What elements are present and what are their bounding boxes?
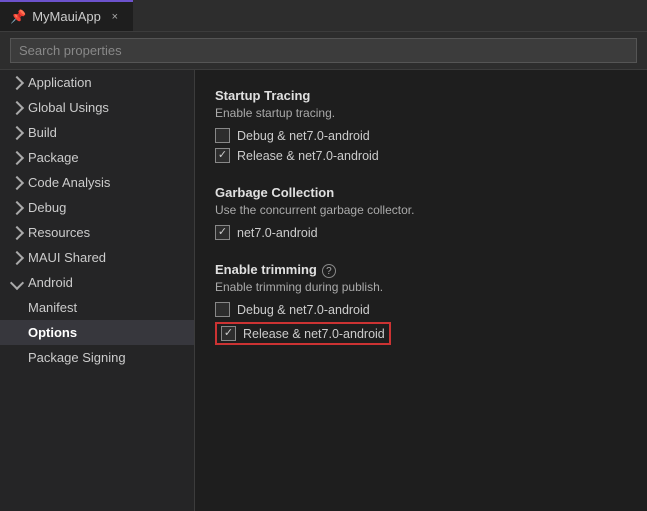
- checkbox-debug-trim[interactable]: [215, 302, 230, 317]
- checkbox-release-startup[interactable]: ✓: [215, 148, 230, 163]
- highlighted-release-trim-row: ✓ Release & net7.0-android: [215, 322, 391, 345]
- content-panel: Startup Tracing Enable startup tracing. …: [195, 70, 647, 511]
- tab-bar: 📌 MyMauiApp ×: [0, 0, 647, 32]
- sidebar-item-label: Debug: [28, 200, 66, 215]
- sidebar-item-resources[interactable]: Resources: [0, 220, 194, 245]
- checkbox-label-debug-startup: Debug & net7.0-android: [237, 129, 370, 143]
- search-input[interactable]: [10, 38, 637, 63]
- chevron-right-icon: [10, 125, 24, 139]
- garbage-collection-title: Garbage Collection: [215, 185, 627, 200]
- startup-tracing-desc: Enable startup tracing.: [215, 106, 627, 120]
- checkbox-row-release-trim: ✓ Release & net7.0-android: [215, 322, 627, 345]
- checkmark-icon: ✓: [218, 150, 227, 161]
- sidebar-item-code-analysis[interactable]: Code Analysis: [0, 170, 194, 195]
- sidebar-item-label: Resources: [28, 225, 90, 240]
- checkbox-row-net7-gc: ✓ net7.0-android: [215, 225, 627, 240]
- sidebar-item-debug[interactable]: Debug: [0, 195, 194, 220]
- checkbox-row-debug-startup: Debug & net7.0-android: [215, 128, 627, 143]
- sidebar-item-label: Global Usings: [28, 100, 109, 115]
- sidebar-item-maui-shared[interactable]: MAUI Shared: [0, 245, 194, 270]
- checkbox-release-trim[interactable]: ✓: [221, 326, 236, 341]
- checkbox-label-debug-trim: Debug & net7.0-android: [237, 303, 370, 317]
- help-icon[interactable]: ?: [322, 264, 336, 278]
- sidebar-item-options[interactable]: Options: [0, 320, 194, 345]
- sidebar-item-label: Application: [28, 75, 92, 90]
- checkbox-row-release-startup: ✓ Release & net7.0-android: [215, 148, 627, 163]
- main-layout: Application Global Usings Build Package …: [0, 70, 647, 511]
- checkbox-label-release-trim: Release & net7.0-android: [243, 327, 385, 341]
- enable-trimming-desc: Enable trimming during publish.: [215, 280, 627, 294]
- chevron-right-icon: [10, 100, 24, 114]
- sidebar-item-android[interactable]: Android: [0, 270, 194, 295]
- sidebar-item-label: Manifest: [28, 300, 77, 315]
- enable-trimming-title-row: Enable trimming ?: [215, 262, 627, 280]
- tab-close-button[interactable]: ×: [107, 9, 123, 25]
- sidebar-item-label: Options: [28, 325, 77, 340]
- chevron-right-icon: [10, 225, 24, 239]
- sidebar-item-build[interactable]: Build: [0, 120, 194, 145]
- tab-pin-icon: 📌: [10, 9, 26, 25]
- chevron-right-icon: [10, 175, 24, 189]
- checkbox-debug-startup[interactable]: [215, 128, 230, 143]
- chevron-right-icon: [10, 75, 24, 89]
- chevron-right-icon: [10, 200, 24, 214]
- startup-tracing-title: Startup Tracing: [215, 88, 627, 103]
- checkmark-icon: ✓: [224, 328, 233, 339]
- chevron-right-icon: [10, 150, 24, 164]
- sidebar-item-application[interactable]: Application: [0, 70, 194, 95]
- checkbox-label-release-startup: Release & net7.0-android: [237, 149, 379, 163]
- garbage-collection-section: Garbage Collection Use the concurrent ga…: [215, 185, 627, 240]
- checkmark-icon: ✓: [218, 227, 227, 238]
- sidebar-item-label: Build: [28, 125, 57, 140]
- sidebar-item-label: Code Analysis: [28, 175, 110, 190]
- tab-mymauiapp[interactable]: 📌 MyMauiApp ×: [0, 0, 133, 31]
- checkbox-net7-gc[interactable]: ✓: [215, 225, 230, 240]
- sidebar-item-label: Package Signing: [28, 350, 126, 365]
- sidebar-item-package[interactable]: Package: [0, 145, 194, 170]
- chevron-right-icon: [10, 250, 24, 264]
- garbage-collection-desc: Use the concurrent garbage collector.: [215, 203, 627, 217]
- sidebar: Application Global Usings Build Package …: [0, 70, 195, 511]
- sidebar-item-label: Android: [28, 275, 73, 290]
- sidebar-item-label: Package: [28, 150, 79, 165]
- sidebar-item-global-usings[interactable]: Global Usings: [0, 95, 194, 120]
- enable-trimming-section: Enable trimming ? Enable trimming during…: [215, 262, 627, 345]
- sidebar-item-package-signing[interactable]: Package Signing: [0, 345, 194, 370]
- tab-title: MyMauiApp: [32, 9, 101, 24]
- startup-tracing-section: Startup Tracing Enable startup tracing. …: [215, 88, 627, 163]
- sidebar-item-label: MAUI Shared: [28, 250, 106, 265]
- chevron-down-icon: [10, 275, 24, 289]
- enable-trimming-title: Enable trimming: [215, 262, 317, 277]
- checkbox-row-debug-trim: Debug & net7.0-android: [215, 302, 627, 317]
- search-bar: [0, 32, 647, 70]
- checkbox-label-net7-gc: net7.0-android: [237, 226, 318, 240]
- sidebar-item-manifest[interactable]: Manifest: [0, 295, 194, 320]
